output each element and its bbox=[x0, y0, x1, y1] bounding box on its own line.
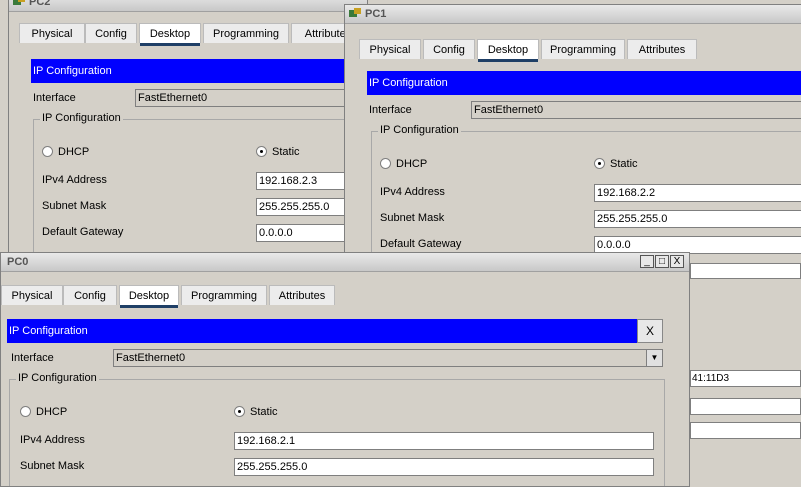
pc0-window-controls: _ □ X bbox=[639, 255, 684, 269]
pc0-interface-select[interactable]: FastEthernet0 ▼ bbox=[113, 349, 663, 367]
radio-selected-icon bbox=[234, 406, 245, 417]
maximize-button[interactable]: □ bbox=[655, 255, 669, 268]
pc0-group-title: IP Configuration bbox=[16, 372, 99, 384]
pc0-ipv4-label: IPv4 Address bbox=[20, 434, 85, 446]
pc1-tab-config[interactable]: Config bbox=[423, 39, 475, 59]
pc0-subnet-field[interactable]: 255.255.255.0 bbox=[234, 458, 654, 476]
pc1-tab-attributes[interactable]: Attributes bbox=[627, 39, 697, 59]
pc2-tab-config[interactable]: Config bbox=[85, 23, 137, 43]
pc0-subnet-label: Subnet Mask bbox=[20, 460, 85, 472]
pc0-tab-desktop[interactable]: Desktop bbox=[119, 285, 179, 308]
pc1-interface-row: Interface FastEthernet0 bbox=[367, 101, 801, 119]
pc2-group-title: IP Configuration bbox=[40, 112, 123, 124]
pc0-tab-physical[interactable]: Physical bbox=[1, 285, 63, 305]
pc1-tab-programming[interactable]: Programming bbox=[541, 39, 625, 59]
pc2-title: PC2 bbox=[29, 0, 51, 8]
pc2-tab-physical[interactable]: Physical bbox=[19, 23, 85, 43]
pc2-gateway-label: Default Gateway bbox=[42, 226, 124, 238]
radio-icon bbox=[42, 146, 53, 157]
radio-icon bbox=[20, 406, 31, 417]
pc0-ipv4-field[interactable]: 192.168.2.1 bbox=[234, 432, 654, 450]
pc0-interface-label: Interface bbox=[11, 352, 54, 364]
pc2-tab-programming[interactable]: Programming bbox=[203, 23, 289, 43]
packet-tracer-icon bbox=[349, 8, 361, 17]
pc1-tab-physical[interactable]: Physical bbox=[359, 39, 421, 59]
pc0-tab-attributes[interactable]: Attributes bbox=[269, 285, 335, 305]
pc1-tab-desktop[interactable]: Desktop bbox=[477, 39, 539, 62]
pc2-interface-row: Interface FastEthernet0 bbox=[31, 89, 367, 107]
pc1-title: PC1 bbox=[365, 8, 387, 20]
pc1-ip-config-bar: IP Configuration bbox=[367, 71, 801, 95]
pc0-tabbar: Physical Config Desktop Programming Attr… bbox=[1, 281, 689, 308]
pc1-interface-select[interactable]: FastEthernet0 bbox=[471, 101, 801, 119]
pc0-title: PC0 bbox=[7, 256, 29, 268]
pc0-ip-group: IP Configuration DHCP Static IPv4 Addres… bbox=[9, 372, 665, 486]
pc2-ip-config-bar: IP Configuration bbox=[31, 59, 367, 83]
radio-selected-icon bbox=[256, 146, 267, 157]
pc0-interface-row: Interface FastEthernet0 ▼ bbox=[9, 349, 665, 367]
minimize-button[interactable]: _ bbox=[640, 255, 654, 268]
background-window bbox=[690, 250, 801, 481]
background-field bbox=[690, 422, 801, 439]
pc1-subnet-field[interactable]: 255.255.255.0 bbox=[594, 210, 801, 228]
pc0-tab-config[interactable]: Config bbox=[63, 285, 117, 305]
close-window-button[interactable]: X bbox=[670, 255, 684, 268]
pc0-ip-config-bar: IP Configuration bbox=[7, 319, 637, 343]
pc1-group-title: IP Configuration bbox=[378, 124, 461, 136]
pc1-interface-label: Interface bbox=[369, 104, 412, 116]
pc0-titlebar[interactable]: PC0 _ □ X bbox=[1, 253, 689, 272]
pc1-ipv4-field[interactable]: 192.168.2.2 bbox=[594, 184, 801, 202]
radio-selected-icon bbox=[594, 158, 605, 169]
pc1-tabbar: Physical Config Desktop Programming Attr… bbox=[345, 35, 801, 62]
radio-icon bbox=[380, 158, 391, 169]
chevron-down-icon[interactable]: ▼ bbox=[646, 350, 662, 366]
pc1-gateway-label: Default Gateway bbox=[380, 238, 462, 250]
background-field bbox=[690, 398, 801, 415]
pc2-ipv4-label: IPv4 Address bbox=[42, 174, 107, 186]
background-field-mac: 41:11D3 bbox=[690, 370, 801, 387]
background-field bbox=[690, 262, 801, 279]
pc1-ip-group: IP Configuration DHCP Static IPv4 Addres… bbox=[371, 124, 801, 263]
pc0-tab-programming[interactable]: Programming bbox=[181, 285, 267, 305]
pc0-window: PC0 _ □ X Physical Config Desktop Programm… bbox=[0, 252, 690, 487]
pc2-interface-select[interactable]: FastEthernet0 bbox=[135, 89, 367, 107]
pc2-window: PC2 Physical Config Desktop Programming … bbox=[8, 0, 368, 262]
pc2-interface-label: Interface bbox=[33, 92, 76, 104]
pc1-ipv4-label: IPv4 Address bbox=[380, 186, 445, 198]
pc2-titlebar[interactable]: PC2 bbox=[9, 0, 367, 12]
pc1-window: PC1 Physical Config Desktop Programming … bbox=[344, 4, 801, 264]
pc0-interface-value: FastEthernet0 bbox=[116, 352, 186, 364]
pc1-titlebar[interactable]: PC1 bbox=[345, 5, 801, 24]
pc1-subnet-label: Subnet Mask bbox=[380, 212, 445, 224]
pc2-tab-desktop[interactable]: Desktop bbox=[139, 23, 201, 46]
pc2-subnet-label: Subnet Mask bbox=[42, 200, 107, 212]
packet-tracer-icon bbox=[13, 0, 25, 5]
pc2-tabbar: Physical Config Desktop Programming Attr… bbox=[9, 19, 367, 46]
pc2-ip-group: IP Configuration DHCP Static IPv4 Addres… bbox=[33, 112, 367, 261]
pc0-close-ip-config-button[interactable]: X bbox=[637, 319, 663, 343]
